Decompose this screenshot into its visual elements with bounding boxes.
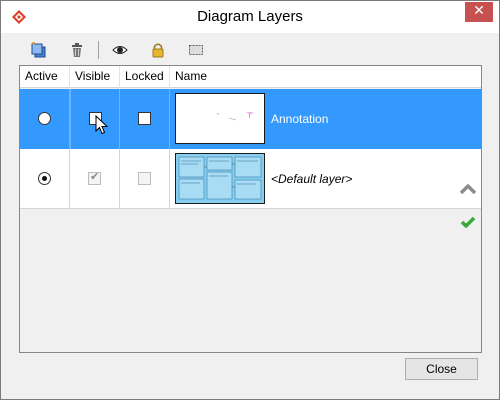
new-layer-button[interactable] — [27, 39, 49, 61]
eye-icon — [112, 46, 128, 54]
toolbar-separator — [98, 41, 99, 59]
layer-toolbar — [21, 39, 221, 61]
toggle-lock-button[interactable] — [147, 39, 169, 61]
locked-checkbox[interactable] — [138, 172, 151, 185]
mouse-cursor-icon — [95, 115, 109, 135]
toggle-visibility-button[interactable] — [109, 39, 131, 61]
visible-cell: ✔ — [70, 149, 120, 209]
layers-table: Active Visible Locked Name Annotation ✔ … — [19, 65, 482, 353]
title-bar[interactable]: Diagram Layers ✕ — [1, 1, 499, 33]
name-cell: Annotation — [170, 89, 481, 149]
select-layer-shapes-button[interactable] — [185, 39, 207, 61]
window-title: Diagram Layers — [197, 8, 303, 25]
diagram-layers-dialog: Diagram Layers ✕ Active Visible Locked N… — [0, 0, 500, 400]
visible-cell — [70, 89, 120, 149]
check-icon — [460, 216, 476, 228]
active-cell — [20, 89, 70, 149]
column-header-locked[interactable]: Locked — [120, 66, 170, 88]
active-radio[interactable] — [38, 112, 51, 125]
move-layer-up-button[interactable] — [459, 181, 477, 197]
layer-row-default[interactable]: ✔ <Default layer> — [20, 149, 481, 209]
layer-row-annotation[interactable]: Annotation — [20, 89, 481, 149]
close-button[interactable]: Close — [405, 358, 478, 380]
visible-checkbox[interactable]: ✔ — [88, 170, 101, 185]
trash-icon — [72, 43, 82, 57]
active-radio[interactable] — [38, 172, 51, 185]
window-close-button[interactable]: ✕ — [465, 2, 493, 22]
locked-cell — [120, 149, 170, 209]
active-cell — [20, 149, 70, 209]
locked-cell — [120, 89, 170, 149]
layer-name-label[interactable]: <Default layer> — [271, 149, 352, 209]
column-header-active[interactable]: Active — [20, 66, 70, 88]
column-header-visible[interactable]: Visible — [70, 66, 120, 88]
column-header-name[interactable]: Name — [170, 66, 481, 88]
chevron-up-icon — [459, 184, 477, 195]
locked-checkbox[interactable] — [138, 112, 151, 125]
layer-thumbnail — [175, 93, 265, 144]
apply-layer-button[interactable] — [459, 215, 477, 231]
name-cell: <Default layer> — [170, 149, 481, 209]
layer-name-label[interactable]: Annotation — [271, 89, 328, 149]
lock-icon — [152, 43, 164, 58]
selection-icon — [189, 45, 203, 55]
table-header: Active Visible Locked Name — [20, 66, 481, 88]
delete-layer-button[interactable] — [66, 39, 88, 61]
layer-thumbnail — [175, 153, 265, 204]
layers-add-icon — [31, 42, 46, 58]
